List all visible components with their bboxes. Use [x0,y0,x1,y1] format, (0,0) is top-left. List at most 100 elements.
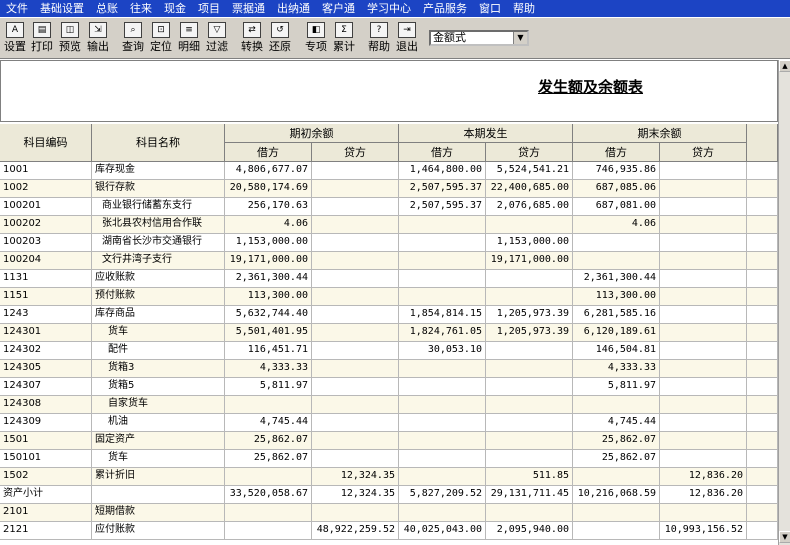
cell-filler[interactable] [747,324,778,342]
menu-item[interactable]: 项目 [192,0,226,17]
cell-name[interactable]: 湖南省长沙市交通银行 [92,234,225,252]
cell-ec[interactable] [660,450,747,468]
cell-filler[interactable] [747,504,778,522]
cell-cc[interactable] [486,270,573,288]
cell-code[interactable]: 100201 [0,198,92,216]
cell-name[interactable]: 预付账款 [92,288,225,306]
cell-filler[interactable] [747,342,778,360]
cell-cc[interactable]: 29,131,711.45 [486,486,573,504]
cell-code[interactable]: 1001 [0,162,92,180]
cell-cd[interactable] [399,252,486,270]
cell-name[interactable]: 库存现金 [92,162,225,180]
cell-ec[interactable]: 12,836.20 [660,468,747,486]
detail-button[interactable]: ≡ 明细 [177,22,201,56]
cell-ed[interactable]: 6,281,585.16 [573,306,660,324]
cell-cc[interactable]: 511.85 [486,468,573,486]
cell-ed[interactable] [573,396,660,414]
cell-cd[interactable] [399,396,486,414]
cell-cc[interactable] [486,288,573,306]
cell-cc[interactable] [486,504,573,522]
menu-item[interactable]: 基础设置 [34,0,90,17]
cell-code[interactable]: 1502 [0,468,92,486]
cell-code[interactable]: 资产小计 [0,486,92,504]
cell-ed[interactable]: 146,504.81 [573,342,660,360]
menu-item[interactable]: 文件 [0,0,34,17]
cell-od[interactable]: 113,300.00 [225,288,312,306]
cell-cc[interactable] [486,396,573,414]
cell-cd[interactable]: 5,827,209.52 [399,486,486,504]
chevron-down-icon[interactable]: ▼ [513,32,527,44]
cell-cd[interactable] [399,432,486,450]
cell-ed[interactable]: 687,085.06 [573,180,660,198]
cell-ec[interactable] [660,504,747,522]
cell-filler[interactable] [747,450,778,468]
cell-filler[interactable] [747,468,778,486]
cell-cc[interactable]: 22,400,685.00 [486,180,573,198]
cell-cc[interactable]: 1,205,973.39 [486,306,573,324]
menu-item[interactable]: 客户通 [316,0,361,17]
cell-cc[interactable] [486,342,573,360]
cell-oc[interactable] [312,270,399,288]
cell-oc[interactable] [312,234,399,252]
cell-ed[interactable]: 4.06 [573,216,660,234]
cell-cd[interactable] [399,504,486,522]
cell-code[interactable]: 100202 [0,216,92,234]
cell-od[interactable]: 20,580,174.69 [225,180,312,198]
cell-cd[interactable] [399,468,486,486]
settings-button[interactable]: A 设置 [3,22,27,56]
cell-od[interactable]: 4,333.33 [225,360,312,378]
cell-ec[interactable] [660,396,747,414]
format-select[interactable]: 金额式 ▼ [429,30,529,46]
cell-ed[interactable]: 2,361,300.44 [573,270,660,288]
cell-filler[interactable] [747,486,778,504]
cell-name[interactable] [92,486,225,504]
col-header-code[interactable]: 科目编码 [0,124,92,162]
cell-filler[interactable] [747,288,778,306]
cell-ed[interactable]: 687,081.00 [573,198,660,216]
special-button[interactable]: ◧ 专项 [304,22,328,56]
preview-button[interactable]: ◫ 预览 [58,22,82,56]
cell-filler[interactable] [747,270,778,288]
cell-code[interactable]: 100204 [0,252,92,270]
cell-ed[interactable]: 6,120,189.61 [573,324,660,342]
cell-cd[interactable]: 30,053.10 [399,342,486,360]
cell-ed[interactable]: 25,862.07 [573,432,660,450]
cell-code[interactable]: 124305 [0,360,92,378]
menu-item[interactable]: 现金 [158,0,192,17]
cell-oc[interactable] [312,450,399,468]
cell-cd[interactable] [399,414,486,432]
cell-name[interactable]: 应收账款 [92,270,225,288]
cell-oc[interactable] [312,342,399,360]
cell-cc[interactable] [486,432,573,450]
cell-cc[interactable] [486,360,573,378]
col-header-name[interactable]: 科目名称 [92,124,225,162]
cell-cc[interactable]: 2,095,940.00 [486,522,573,540]
menu-item[interactable]: 票据通 [226,0,271,17]
menu-item[interactable]: 学习中心 [361,0,417,17]
cell-oc[interactable]: 12,324.35 [312,468,399,486]
cell-name[interactable]: 短期借款 [92,504,225,522]
cell-od[interactable] [225,396,312,414]
cell-od[interactable]: 1,153,000.00 [225,234,312,252]
cell-ed[interactable]: 25,862.07 [573,450,660,468]
cell-ed[interactable] [573,234,660,252]
cell-oc[interactable] [312,252,399,270]
cell-ed[interactable]: 4,333.33 [573,360,660,378]
query-button[interactable]: ⌕ 查询 [121,22,145,56]
cell-ec[interactable] [660,378,747,396]
cell-od[interactable]: 25,862.07 [225,432,312,450]
cell-ec[interactable] [660,234,747,252]
cell-oc[interactable] [312,360,399,378]
cell-name[interactable]: 固定资产 [92,432,225,450]
cell-oc[interactable] [312,180,399,198]
cell-oc[interactable] [312,216,399,234]
cell-ed[interactable] [573,252,660,270]
cell-filler[interactable] [747,198,778,216]
cell-od[interactable]: 33,520,058.67 [225,486,312,504]
cell-code[interactable]: 2101 [0,504,92,522]
cell-od[interactable] [225,468,312,486]
cell-ec[interactable] [660,270,747,288]
cell-ec[interactable] [660,306,747,324]
export-button[interactable]: ⇲ 输出 [86,22,110,56]
cell-code[interactable]: 1131 [0,270,92,288]
